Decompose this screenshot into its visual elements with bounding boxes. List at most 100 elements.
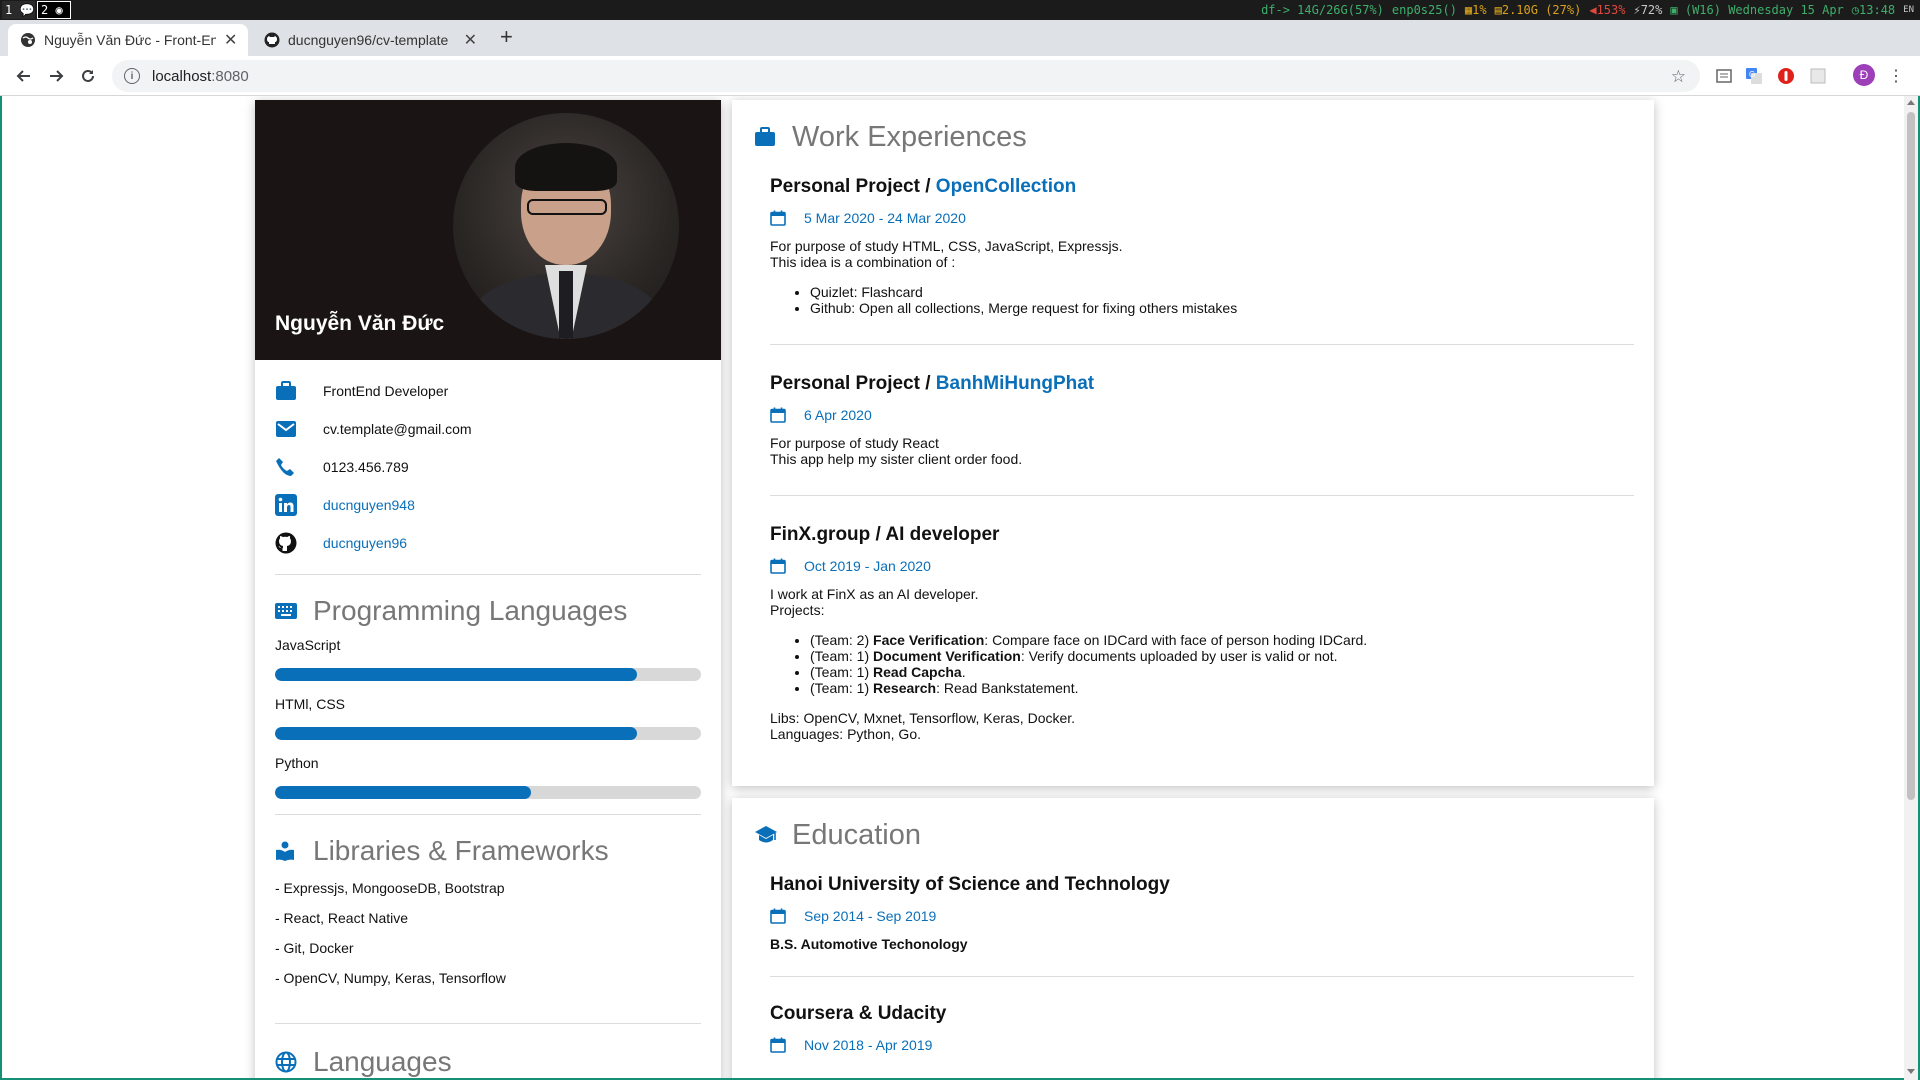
profile-name: Nguyễn Văn Đức [275,312,445,335]
education-school: Hanoi University of Science and Technolo… [770,874,1170,895]
tab-github[interactable]: ducnguyen96/cv-template ✕ [252,24,487,56]
github-icon [275,532,323,554]
list-item: Github: Open all collections, Merge requ… [810,300,1634,316]
work-entry-date: 5 Mar 2020 - 24 Mar 2020 [770,210,1634,226]
skill-bar-fill [275,668,638,681]
keyboard-layout: EN [1903,5,1914,15]
bookmark-star-icon[interactable]: ☆ [1671,67,1686,87]
address-bar[interactable]: i localhost:8080 ☆ [112,60,1700,92]
contact-phone: 0123.456.789 [275,448,701,486]
education-entry: Hanoi University of Science and Technolo… [732,874,1654,952]
github-link[interactable]: ducnguyen96 [323,535,407,551]
divider [770,495,1634,496]
close-tab-icon[interactable]: ✕ [224,30,237,50]
scrollbar-thumb[interactable] [1907,112,1915,800]
browser-tab-bar: Nguyễn Văn Đức - Front-End Developer ✕ d… [0,20,1920,56]
scroll-up-arrow-icon[interactable] [1907,100,1915,105]
globe-favicon-icon [20,32,36,48]
close-tab-icon[interactable]: ✕ [464,30,477,50]
tab-cv[interactable]: Nguyễn Văn Đức - Front-End Developer ✕ [8,24,248,56]
skill-bar [275,668,701,681]
work-entry: FinX.group / AI developer Oct 2019 - Jan… [732,524,1654,742]
education-degree: B.S. Automotive Techonology [770,936,968,952]
reader-extension-icon[interactable] [1714,66,1734,86]
reload-button[interactable] [76,64,100,88]
profile-avatar[interactable]: Đ [1853,64,1875,86]
disk-usage: df-> 14G/26G(57%) [1261,3,1384,17]
info-icon[interactable]: i [124,68,140,84]
education-card: Education Hanoi University of Science an… [732,798,1654,1078]
library-item: - OpenCV, Numpy, Keras, Tensorflow [275,970,506,986]
tab-title: ducnguyen96/cv-template [288,32,449,48]
arrow-right-icon [50,70,64,82]
linkedin-link[interactable]: ducnguyen948 [323,497,415,513]
calendar-icon [770,1037,804,1053]
work-entry-libs: Libs: OpenCV, Mxnet, Tensorflow, Keras, … [770,710,1076,726]
skill-bar-fill [275,727,638,740]
memory-usage: ▤2.10G (27%) [1494,3,1582,17]
contact-linkedin: ducnguyen948 [275,486,701,524]
library-item: - Expressjs, MongooseDB, Bootstrap [275,880,505,896]
contact-github: ducnguyen96 [275,524,701,562]
list-item: (Team: 1) Document Verification: Verify … [810,648,1634,664]
github-favicon-icon [264,32,280,48]
work-entry-langs: Languages: Python, Go. [770,726,921,742]
url-port: :8080 [211,67,249,85]
profile-header: Nguyễn Văn Đức [255,100,721,360]
skill-name: JavaScript [275,637,341,653]
library-item: - Git, Docker [275,940,354,956]
skill-bar [275,786,701,799]
work-entry-date: Oct 2019 - Jan 2020 [770,558,1634,574]
skill-list: JavaScript HTMl, CSS Python [255,637,721,799]
back-button[interactable] [12,64,36,88]
workspace-1[interactable]: 1 💬 [2,1,35,19]
extension-puzzle-icon[interactable] [1808,66,1828,86]
divider [770,976,1634,977]
contact-list: FrontEnd Developer cv.template@gmail.com… [255,360,721,562]
workspace-2[interactable]: 2 ◉ [37,1,71,19]
programming-section-title: Programming Languages [255,575,721,633]
cpu-usage: ▦1% [1464,3,1487,17]
project-link[interactable]: OpenCollection [936,176,1076,197]
library-item: - React, React Native [275,910,409,926]
project-link[interactable]: BanhMiHungPhat [936,373,1094,394]
forward-button[interactable] [44,64,68,88]
education-date: Nov 2018 - Apr 2019 [770,1037,1634,1053]
battery-level: ⚡72% [1633,3,1663,17]
work-entry-heading: Personal Project / BanhMiHungPhat [770,373,1095,394]
libraries-section-title: Libraries & Frameworks [255,815,721,873]
reload-icon [82,69,94,82]
work-entry-bullets: (Team: 2) Face Verification: Compare fac… [810,632,1634,696]
languages-section-title: Languages [255,1024,721,1078]
url-host: localhost [152,67,212,85]
profile-photo [453,113,679,339]
contact-job: FrontEnd Developer [275,372,701,410]
new-tab-button[interactable]: + [500,24,513,50]
page-scrollbar[interactable] [1904,96,1918,1080]
tab-title: Nguyễn Văn Đức - Front-End Developer [44,32,216,48]
arrow-left-icon [16,70,30,82]
education-section-title: Education [732,798,1654,856]
network-status: enp0s25() [1391,3,1457,17]
adblock-extension-icon[interactable] [1776,66,1796,86]
keyboard-icon [275,603,313,619]
phone-icon [275,457,323,477]
clock: ◷13:48 [1851,3,1896,17]
contact-email: cv.template@gmail.com [275,410,701,448]
list-item: Quizlet: Flashcard [810,284,1634,300]
skill-name: HTMl, CSS [275,696,345,712]
list-item: (Team: 1) Read Capcha. [810,664,1634,680]
work-section-title: Work Experiences [732,100,1654,158]
library-list: - Expressjs, MongooseDB, Bootstrap - Rea… [255,873,721,993]
menu-kebab-icon[interactable]: ⋮ [1886,66,1906,86]
book-reader-icon [275,841,313,861]
work-entry-heading: FinX.group / AI developer [770,524,1000,545]
browser-toolbar: i localhost:8080 ☆ G Đ ⋮ [0,56,1920,96]
system-status-bar: 1 💬 2 ◉ df-> 14G/26G(57%) enp0s25() ▦1% … [0,0,1920,20]
education-date: Sep 2014 - Sep 2019 [770,908,1634,924]
work-experiences-card: Work Experiences Personal Project / Open… [732,100,1654,786]
scroll-down-arrow-icon[interactable] [1907,1069,1915,1074]
translate-extension-icon[interactable]: G [1744,66,1764,86]
volume-level: ◀153% [1589,3,1626,17]
work-entry-bullets: Quizlet: Flashcard Github: Open all coll… [810,284,1634,316]
